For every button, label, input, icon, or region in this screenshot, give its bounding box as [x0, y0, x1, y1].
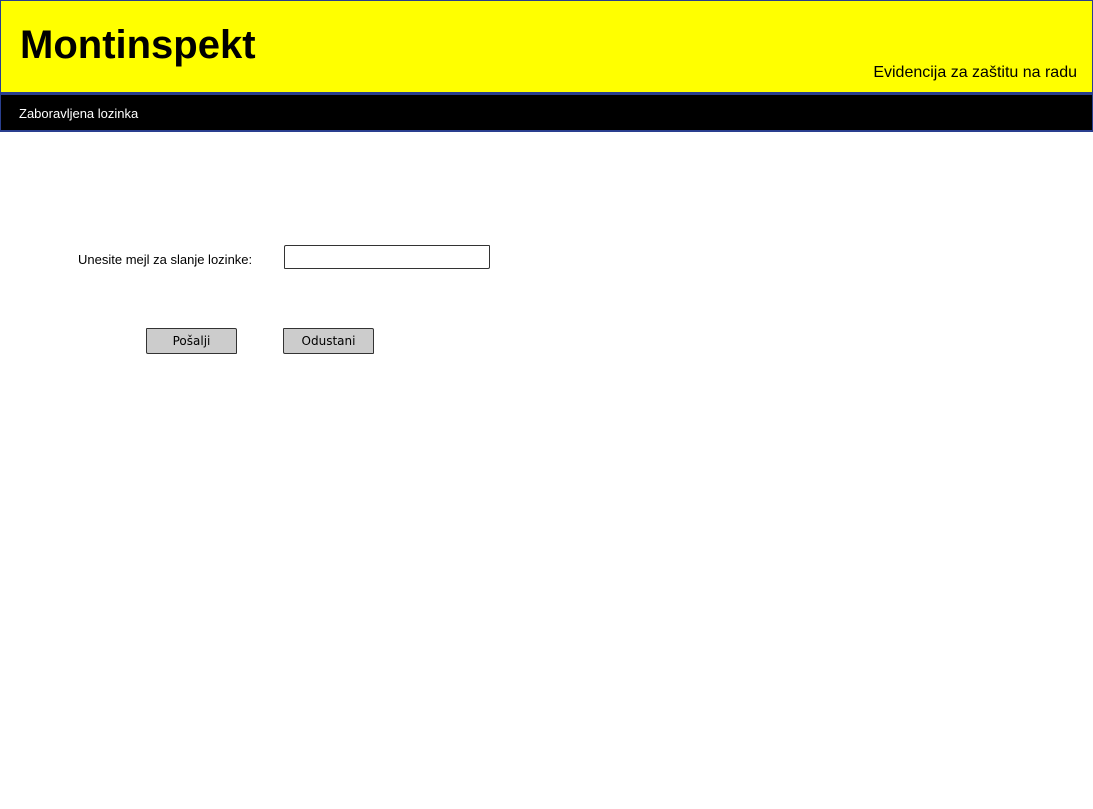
- send-button[interactable]: Pošalji: [146, 328, 237, 354]
- page-title-bar: Zaboravljena lozinka: [0, 95, 1093, 132]
- email-input[interactable]: [284, 245, 490, 269]
- brand-logo-text: Montinspekt: [20, 23, 256, 67]
- cancel-button[interactable]: Odustani: [283, 328, 374, 354]
- tagline: Evidencija za zaštitu na radu: [873, 64, 1077, 81]
- email-label: Unesite mejl za slanje lozinke:: [78, 252, 253, 267]
- header: Montinspekt Evidencija za zaštitu na rad…: [0, 0, 1093, 95]
- page-title: Zaboravljena lozinka: [19, 106, 139, 121]
